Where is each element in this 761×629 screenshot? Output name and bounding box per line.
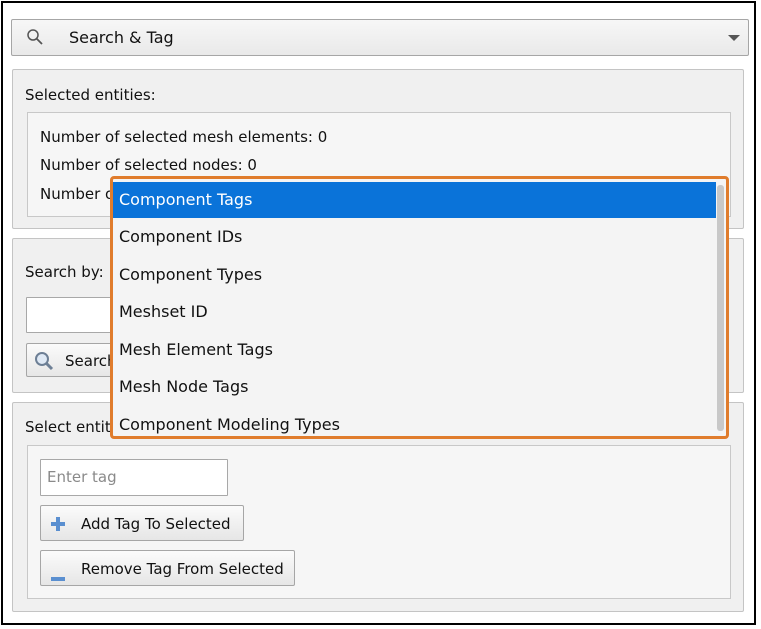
magnifier-icon [33, 350, 55, 376]
chevron-down-icon[interactable] [728, 35, 740, 41]
third-count-line: Number o [40, 185, 115, 203]
option-component-ids[interactable]: Component IDs [113, 219, 716, 255]
minus-icon [50, 567, 66, 585]
mesh-elements-count: Number of selected mesh elements: 0 [40, 128, 328, 146]
option-component-modeling-types[interactable]: Component Modeling Types [113, 407, 716, 436]
tag-actions-box: Enter tag Add Tag To Selected Remove Tag… [27, 445, 731, 599]
search-icon [26, 28, 46, 48]
option-meshset-id[interactable]: Meshset ID [113, 294, 716, 330]
option-mesh-element-tags[interactable]: Mesh Element Tags [113, 332, 716, 368]
tag-input-placeholder: Enter tag [47, 468, 117, 486]
add-tag-button[interactable]: Add Tag To Selected [40, 505, 244, 541]
nodes-count: Number of selected nodes: 0 [40, 156, 257, 174]
search-button-label: Search [65, 352, 117, 370]
option-mesh-node-tags[interactable]: Mesh Node Tags [113, 369, 716, 405]
select-entities-label: Select entit [25, 418, 111, 436]
selected-entities-heading: Selected entities: [25, 86, 156, 104]
tag-input[interactable]: Enter tag [40, 459, 228, 496]
panel-title: Search & Tag [69, 28, 174, 47]
dropdown-scrollbar[interactable] [717, 185, 724, 431]
search-by-dropdown-list[interactable]: Component Tags Component IDs Component T… [110, 176, 729, 439]
remove-tag-label: Remove Tag From Selected [81, 560, 284, 578]
search-tag-panel-header[interactable]: Search & Tag [11, 19, 749, 56]
plus-icon [50, 516, 66, 536]
option-component-types[interactable]: Component Types [113, 257, 716, 293]
option-component-tags[interactable]: Component Tags [113, 182, 716, 218]
add-tag-label: Add Tag To Selected [81, 515, 231, 533]
search-by-label: Search by: [25, 263, 104, 281]
remove-tag-button[interactable]: Remove Tag From Selected [40, 550, 295, 586]
